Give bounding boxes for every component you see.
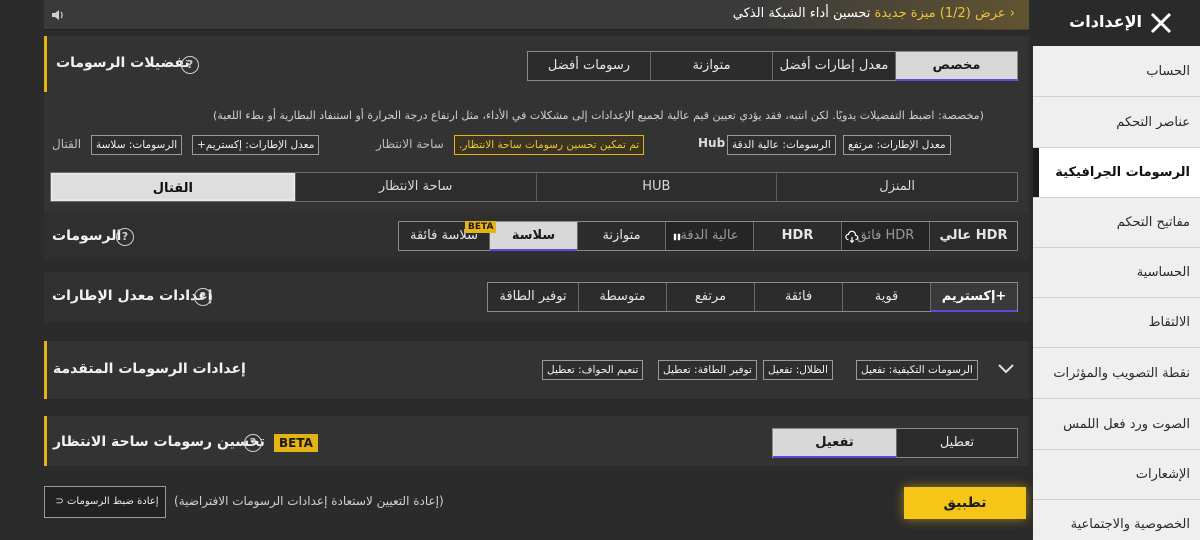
frame-rate-label: إعدادات معدل الإطارات (52, 288, 213, 304)
pref-option-better-fps[interactable]: معدل إطارات أفضل (772, 52, 895, 80)
help-icon[interactable]: ? (116, 228, 134, 246)
graphics-option-extreme-hdr[interactable]: عالي HDR (929, 222, 1017, 250)
banner-offer: عرض (1/2) (939, 6, 1006, 21)
advanced-settings-title: إعدادات الرسومات المتقدمة (53, 361, 246, 377)
graphics-option-smooth[interactable]: سلاسة (489, 222, 577, 251)
combat-summary-label: القتال (52, 137, 82, 151)
section-accent-edge (44, 416, 47, 466)
lobby-enhance-enable[interactable]: تفعيل (773, 429, 896, 458)
sidebar-item-sensitivity[interactable]: الحساسية (1033, 248, 1200, 298)
reset-button-label: إعادة ضبط الرسومات (67, 496, 159, 507)
banner-feature-text: تحسين أداء الشبكة الذكي (732, 6, 871, 21)
fps-option-medium[interactable]: متوسطة (578, 283, 666, 311)
graphics-label: الرسومات (52, 228, 122, 244)
combat-chip-graphics: الرسومات: سلاسة (91, 135, 183, 155)
mode-tabs: القتال ساحة الانتظار HUB المنزل (50, 172, 1018, 202)
lobby-beta-badge: BETA (274, 434, 318, 452)
sidebar-item-sound-haptics[interactable]: الصوت ورد فعل اللمس (1033, 400, 1200, 450)
sidebar-item-pickup[interactable]: الالتقاط (1033, 298, 1200, 348)
reset-hint: (إعادة التعيين لاستعادة إعدادات الرسومات… (174, 494, 444, 508)
reset-graphics-button[interactable]: ⊃ إعادة ضبط الرسومات (44, 486, 166, 518)
lobby-enhance-disable[interactable]: تعطيل (896, 429, 1017, 457)
lobby-notice-chip: تم تمكين تحسين رسومات ساحة الانتظار. (454, 135, 645, 155)
combat-chip-fps: معدل الإطارات: إكستريم+ (192, 135, 320, 155)
lobby-enhance-title: تحسين رسومات ساحة الانتظار (53, 434, 265, 450)
hub-summary-label: Hub (698, 136, 726, 150)
tab-home[interactable]: المنزل (776, 173, 1017, 201)
graphics-option-hdr[interactable]: HDR (753, 222, 841, 250)
apply-button[interactable]: تطبيق (904, 487, 1026, 519)
chevron-down-icon[interactable] (998, 364, 1014, 374)
speaker-icon (52, 10, 63, 20)
custom-description: (مخصصة: اضبط التفضيلات يدويًا. لكن انتبه… (213, 109, 984, 122)
hub-chip-graphics: الرسومات: عالية الدقة (727, 135, 836, 155)
help-icon[interactable]: ? (194, 288, 212, 306)
advanced-chip-adaptive: الرسومات التكيفية: تفعيل (856, 360, 978, 380)
fps-option-strong[interactable]: قوية (842, 283, 930, 311)
lobby-enhance-toggle: تفعيل تعطيل (772, 428, 1018, 458)
graphics-prefs-title: تفضيلات الرسومات (56, 55, 190, 71)
top-banner[interactable]: ‹ عرض (1/2) ميزة جديدة تحسين أداء الشبكة… (44, 0, 1029, 30)
sidebar-item-privacy-social[interactable]: الخصوصية والاجتماعية (1033, 500, 1200, 540)
lobby-summary-label: ساحة الانتظار (376, 137, 444, 151)
settings-title: الإعدادات (1069, 12, 1142, 31)
tab-combat[interactable]: القتال (51, 173, 295, 201)
advanced-chip-antialias: تنعيم الحواف: تعطيل (542, 360, 644, 380)
reset-icon: ⊃ (55, 496, 64, 507)
graphics-option-balanced[interactable]: متوازنة (577, 222, 665, 250)
pause-icon (673, 233, 681, 241)
tab-hub[interactable]: HUB (535, 173, 777, 201)
tab-lobby[interactable]: ساحة الانتظار (294, 173, 536, 201)
settings-sidebar: الإعدادات الحساب عناصر التحكم الرسومات ا… (1033, 0, 1200, 540)
fps-option-high[interactable]: مرتفع (666, 283, 754, 311)
sidebar-item-notifications[interactable]: الإشعارات (1033, 450, 1200, 500)
pref-option-balanced[interactable]: متوازنة (650, 52, 772, 80)
hub-chip-fps: معدل الإطارات: مرتفع (843, 135, 951, 155)
chevron-left-icon: ‹ (1009, 6, 1015, 21)
sidebar-item-control-keys[interactable]: مفاتيح التحكم (1033, 198, 1200, 248)
frame-rate-selector: توفير الطاقة متوسطة مرتفع فائقة قوية إكس… (487, 282, 1018, 312)
pref-option-better-graphics[interactable]: رسومات أفضل (528, 52, 650, 80)
pref-option-custom[interactable]: مخصص (895, 52, 1017, 81)
section-accent-edge (44, 341, 47, 399)
graphics-beta-badge: BETA (465, 221, 497, 233)
advanced-chip-shadows: الظلال: تفعيل (763, 360, 833, 380)
banner-new-feature: ميزة جديدة (874, 6, 936, 21)
fps-option-power-saving[interactable]: توفير الطاقة (488, 283, 578, 311)
fps-option-ultra[interactable]: فائقة (754, 283, 842, 311)
sidebar-item-account[interactable]: الحساب (1033, 47, 1200, 97)
advanced-chip-power-saving: توفير الطاقة: تعطيل (658, 360, 757, 380)
close-icon[interactable] (1148, 10, 1174, 36)
help-icon[interactable]: ? (244, 434, 262, 452)
sidebar-item-graphics[interactable]: الرسومات الجرافيكية (1033, 148, 1200, 198)
graphics-prefs-selector: رسومات أفضل متوازنة معدل إطارات أفضل مخص… (527, 51, 1018, 81)
sidebar-header: الإعدادات (1033, 0, 1200, 46)
sidebar-item-controls[interactable]: عناصر التحكم (1033, 98, 1200, 148)
cloud-download-icon (845, 230, 859, 244)
help-icon[interactable]: ? (181, 56, 199, 74)
section-accent-edge (44, 36, 47, 92)
sidebar-item-crosshair-effects[interactable]: نقطة التصويب والمؤثرات (1033, 349, 1200, 399)
banner-text[interactable]: ‹ عرض (1/2) ميزة جديدة تحسين أداء الشبكة… (733, 6, 1015, 21)
fps-option-extreme-plus[interactable]: إكستريم+ (930, 283, 1017, 312)
